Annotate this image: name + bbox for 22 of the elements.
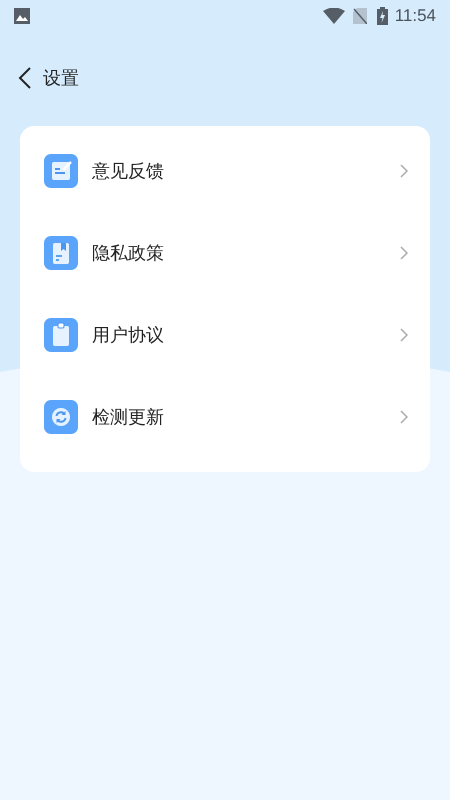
settings-item[interactable]: 隐私政策 xyxy=(20,212,430,294)
chevron-right-icon xyxy=(400,410,408,424)
chevron-right-icon xyxy=(400,246,408,260)
item-label: 意见反馈 xyxy=(92,160,165,184)
item-label: 用户协议 xyxy=(92,324,165,348)
clipboard-icon xyxy=(44,318,78,352)
bookmark-document-icon xyxy=(44,236,78,270)
wifi-icon xyxy=(322,8,345,24)
settings-item[interactable]: 检测更新 xyxy=(20,376,430,458)
refresh-icon xyxy=(44,400,78,434)
chevron-right-icon xyxy=(400,164,408,178)
back-icon[interactable] xyxy=(18,67,32,89)
page-title: 设置 xyxy=(43,66,79,90)
edit-note-icon xyxy=(44,154,78,188)
chevron-right-icon xyxy=(400,328,408,342)
battery-charging-icon xyxy=(376,7,388,25)
settings-item[interactable]: 意见反馈 xyxy=(20,130,430,212)
settings-item[interactable]: 用户协议 xyxy=(20,294,430,376)
image-icon xyxy=(14,8,30,24)
status-time: 11:54 xyxy=(394,5,436,28)
item-label: 检测更新 xyxy=(92,406,165,430)
item-label: 隐私政策 xyxy=(92,242,165,266)
